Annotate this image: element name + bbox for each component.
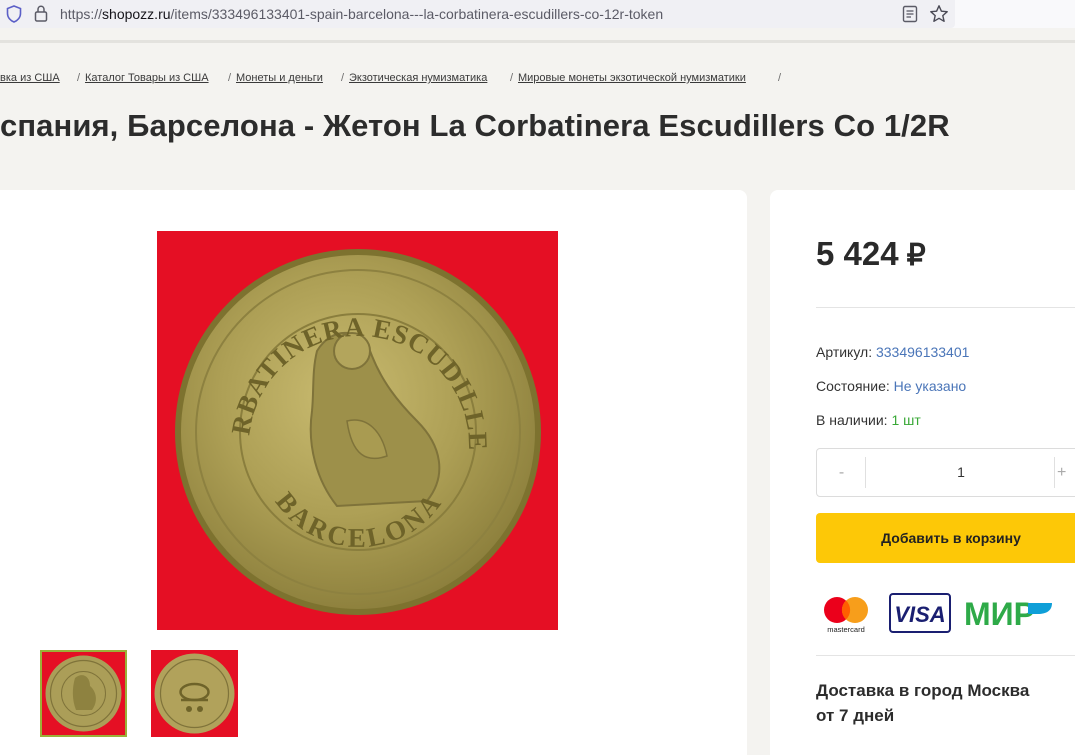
divider xyxy=(816,655,1075,656)
breadcrumb-item[interactable]: Каталог Товары из США xyxy=(85,72,209,84)
stock-label: В наличии: xyxy=(816,412,888,428)
condition-value: Не указано xyxy=(893,378,967,394)
thumbnail-reverse[interactable] xyxy=(151,650,238,737)
tracking-protection-shield-icon[interactable] xyxy=(6,5,22,23)
add-to-cart-button[interactable]: Добавить в корзину xyxy=(816,513,1075,563)
breadcrumb-item[interactable]: Монеты и деньги xyxy=(236,72,323,84)
quantity-input[interactable]: 1 xyxy=(867,449,1055,496)
price: 5 424 ₽ xyxy=(816,235,926,273)
page-title: спания, Барселона - Жетон La Corbatinera… xyxy=(0,108,950,143)
visa-label: VISA xyxy=(894,602,945,627)
thumbnail-obverse[interactable] xyxy=(40,650,127,737)
divider xyxy=(816,307,1075,308)
product-gallery: LA CORBATINERA ESCUDILLERS 60 BARCELONA xyxy=(0,190,747,755)
breadcrumb-item[interactable]: Экзотическая нумизматика xyxy=(349,72,487,84)
quantity-decrease-button[interactable]: - xyxy=(817,449,866,496)
delivery-info: Доставка в город Москва от 7 дней xyxy=(816,678,1029,728)
condition-row: Состояние: Не указано xyxy=(816,378,966,394)
breadcrumb-separator: / xyxy=(77,72,81,84)
breadcrumb-separator: / xyxy=(778,72,782,84)
lock-icon[interactable] xyxy=(34,5,48,22)
browser-toolbar: https://shopozz.ru/items/333496133401-sp… xyxy=(0,0,1075,28)
breadcrumb-separator: / xyxy=(228,72,232,84)
condition-label: Состояние: xyxy=(816,378,890,394)
stock-value: 1 шт xyxy=(891,412,921,428)
currency-symbol: ₽ xyxy=(906,239,926,272)
breadcrumb-separator: / xyxy=(341,72,345,84)
quantity-stepper: - 1 + xyxy=(816,448,1075,497)
delivery-city: Доставка в город Москва xyxy=(816,681,1030,700)
sku-value: 333496133401 xyxy=(875,344,970,360)
purchase-panel: 5 424 ₽ Артикул: 333496133401 Состояние: … xyxy=(770,190,1075,755)
mastercard-label: mastercard xyxy=(827,625,865,634)
product-main-image[interactable]: LA CORBATINERA ESCUDILLERS 60 BARCELONA xyxy=(157,231,558,630)
divider xyxy=(865,457,866,488)
quantity-increase-button[interactable]: + xyxy=(1057,449,1075,496)
coin-obverse-image: LA CORBATINERA ESCUDILLERS 60 BARCELONA xyxy=(157,231,541,615)
url-host: shopozz.ru xyxy=(102,6,171,22)
mir-label: МИР xyxy=(964,596,1035,631)
mastercard-logo-icon: mastercard xyxy=(824,597,868,634)
sku-label: Артикул: xyxy=(816,344,873,360)
price-value: 5 424 xyxy=(816,235,899,272)
divider xyxy=(1054,457,1055,488)
bookmark-star-icon[interactable] xyxy=(929,4,949,24)
url-text[interactable]: https://shopozz.ru/items/333496133401-sp… xyxy=(60,6,663,22)
breadcrumb-separator: / xyxy=(510,72,514,84)
header-divider xyxy=(0,40,1075,43)
coin-thumbnail-image xyxy=(45,655,122,732)
address-bar[interactable]: https://shopozz.ru/items/333496133401-sp… xyxy=(0,0,955,28)
reader-view-icon[interactable] xyxy=(902,5,918,23)
sku-row: Артикул: 333496133401 xyxy=(816,344,969,360)
stock-row: В наличии: 1 шт xyxy=(816,412,921,428)
visa-logo-icon: VISA xyxy=(889,593,951,633)
breadcrumb-item[interactable]: вка из США xyxy=(0,72,60,84)
delivery-time: от 7 дней xyxy=(816,706,895,725)
url-path: /items/333496133401-spain-barcelona---la… xyxy=(170,6,664,22)
breadcrumb-item[interactable]: Мировые монеты экзотической нумизматики xyxy=(518,72,746,84)
coin-reverse-thumbnail-image xyxy=(154,653,235,734)
mir-logo-icon: МИР xyxy=(964,596,1052,631)
url-scheme: https:// xyxy=(60,6,103,22)
